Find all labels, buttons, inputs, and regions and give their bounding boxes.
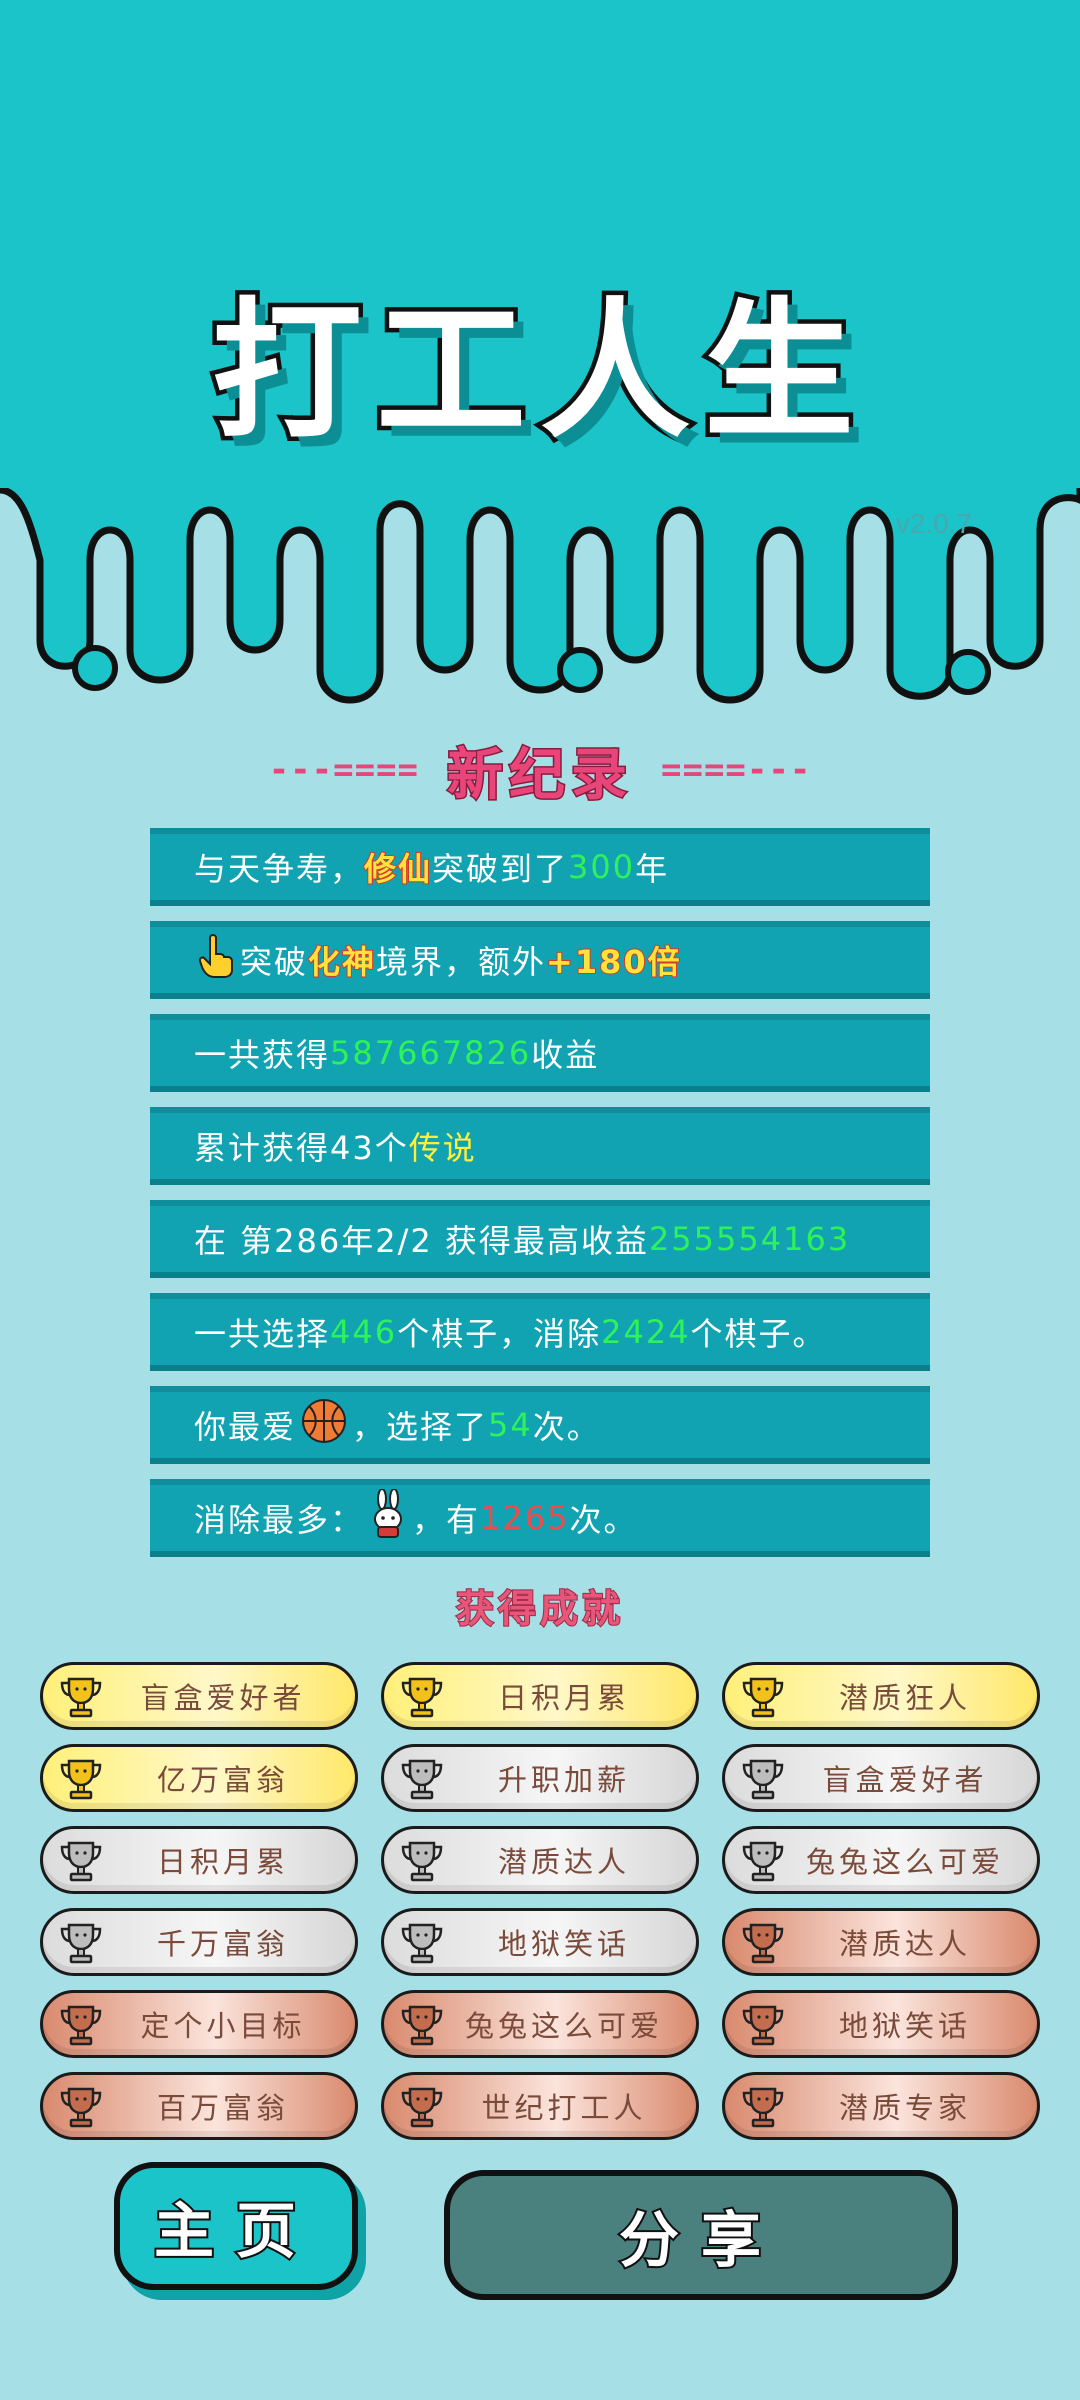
row-value: 1265 [480,1499,570,1537]
row-text: 收益 [531,1036,600,1074]
row-value: 2424 [601,1313,691,1351]
share-button[interactable]: 分享 [444,2170,958,2300]
row-value: +180倍 [545,942,682,982]
row-text: ，有 [412,1501,481,1539]
trophy-icon [60,2005,102,2046]
basketball-icon [300,1397,348,1453]
achievement-badge: 地狱笑话 [381,1908,699,1976]
new-record-title: 新纪录 [446,741,633,809]
trophy-icon [742,2087,784,2128]
game-title: 打工人生 [207,281,868,464]
row-value: 54 [488,1406,533,1444]
row-highlight: 化神 [307,942,377,982]
trophy-icon [742,1759,784,1800]
row-text: ，选择了 [352,1408,489,1446]
trophy-icon [401,2005,443,2046]
trophy-icon [60,1923,102,1964]
trophy-icon [401,1841,443,1882]
record-row-legend: 累计获得43个 传说 [150,1107,930,1185]
trophy-icon [401,1923,443,1964]
achievement-badge: 潜质专家 [722,2072,1040,2140]
trophy-icon [742,1923,784,1964]
row-value: 587667826 [330,1034,532,1072]
row-value: 300 [568,848,636,886]
row-text: 累计获得43个 [194,1129,409,1167]
row-value: 446 [330,1313,398,1351]
rabbit-icon [368,1488,408,1547]
record-row-realm: 突破 化神 境界，额外 +180倍 [150,921,930,999]
record-row-favorite: 你最爱 ，选择了 54 次。 [150,1386,930,1464]
record-row-pieces: 一共选择 446 个棋子，消除 2424 个棋子。 [150,1293,930,1371]
achievements-grid: 盲盒爱好者 日积月累 潜质狂人 亿万富翁 升职加薪 盲盒爱好者 日积月累 潜质达人 兔兔这么可爱… [40,1662,1040,2140]
achievement-badge: 定个小目标 [40,1990,358,2058]
achievements-title: 获得成就 [455,1586,624,1632]
record-row-best-income: 在 第286年2/2 获得最高收益 255554163 [150,1200,930,1278]
trophy-icon [60,2087,102,2128]
achievement-badge: 升职加薪 [381,1744,699,1812]
row-text: 突破 [240,943,309,981]
row-text: 消除最多： [194,1501,365,1539]
trophy-icon [742,1677,784,1718]
pointing-hand-icon [198,934,236,986]
row-highlight: 传说 [408,1129,477,1167]
record-row-income: 一共获得 587667826 收益 [150,1014,930,1092]
row-highlight: 修仙 [363,849,433,889]
row-value: 255554163 [648,1220,851,1258]
record-dash-left: ---==== [268,750,419,790]
achievement-badge: 亿万富翁 [40,1744,358,1812]
trophy-icon [742,1841,784,1882]
achievement-badge: 潜质达人 [381,1826,699,1894]
trophy-icon [401,2087,443,2128]
row-text: 突破到了 [432,850,569,888]
trophy-icon [60,1841,102,1882]
trophy-icon [401,1677,443,1718]
row-text: 境界，额外 [376,943,547,981]
row-text: 在 第286年2/2 获得最高收益 [194,1222,649,1260]
achievement-badge: 日积月累 [381,1662,699,1730]
new-record-header: ---==== 新纪录 ====--- [0,730,1080,810]
achievement-badge: 千万富翁 [40,1908,358,1976]
row-text: 你最爱 [194,1408,297,1446]
row-text: 年 [635,850,670,888]
trophy-icon [60,1759,102,1800]
row-text: 一共选择 [194,1315,331,1353]
record-list: 与天争寿， 修仙 突破到了 300 年 突破 化神 境界，额外 +180倍 一共… [150,828,930,1572]
row-text: 次。 [569,1501,638,1539]
achievement-badge: 潜质达人 [722,1908,1040,1976]
achievement-badge: 日积月累 [40,1826,358,1894]
trophy-icon [60,1677,102,1718]
trophy-icon [401,1759,443,1800]
version-label: v2.0.7 [895,508,972,539]
record-row-most-removed: 消除最多： ，有 1265 次。 [150,1479,930,1557]
achievement-badge: 世纪打工人 [381,2072,699,2140]
home-button[interactable]: 主页 [114,2162,358,2290]
row-text: 个棋子。 [690,1315,827,1353]
achievement-badge: 地狱笑话 [722,1990,1040,2058]
row-text: 一共获得 [194,1036,331,1074]
achievement-badge: 潜质狂人 [722,1662,1040,1730]
trophy-icon [742,2005,784,2046]
record-row-lifespan: 与天争寿， 修仙 突破到了 300 年 [150,828,930,906]
record-dash-right: ====--- [661,750,812,790]
achievement-badge: 百万富翁 [40,2072,358,2140]
achievement-badge: 兔兔这么可爱 [381,1990,699,2058]
row-text: 次。 [532,1408,601,1446]
row-text: 个棋子，消除 [397,1315,602,1353]
row-text: 与天争寿， [194,850,365,888]
achievement-badge: 兔兔这么可爱 [722,1826,1040,1894]
achievement-badge: 盲盒爱好者 [722,1744,1040,1812]
achievement-badge: 盲盒爱好者 [40,1662,358,1730]
